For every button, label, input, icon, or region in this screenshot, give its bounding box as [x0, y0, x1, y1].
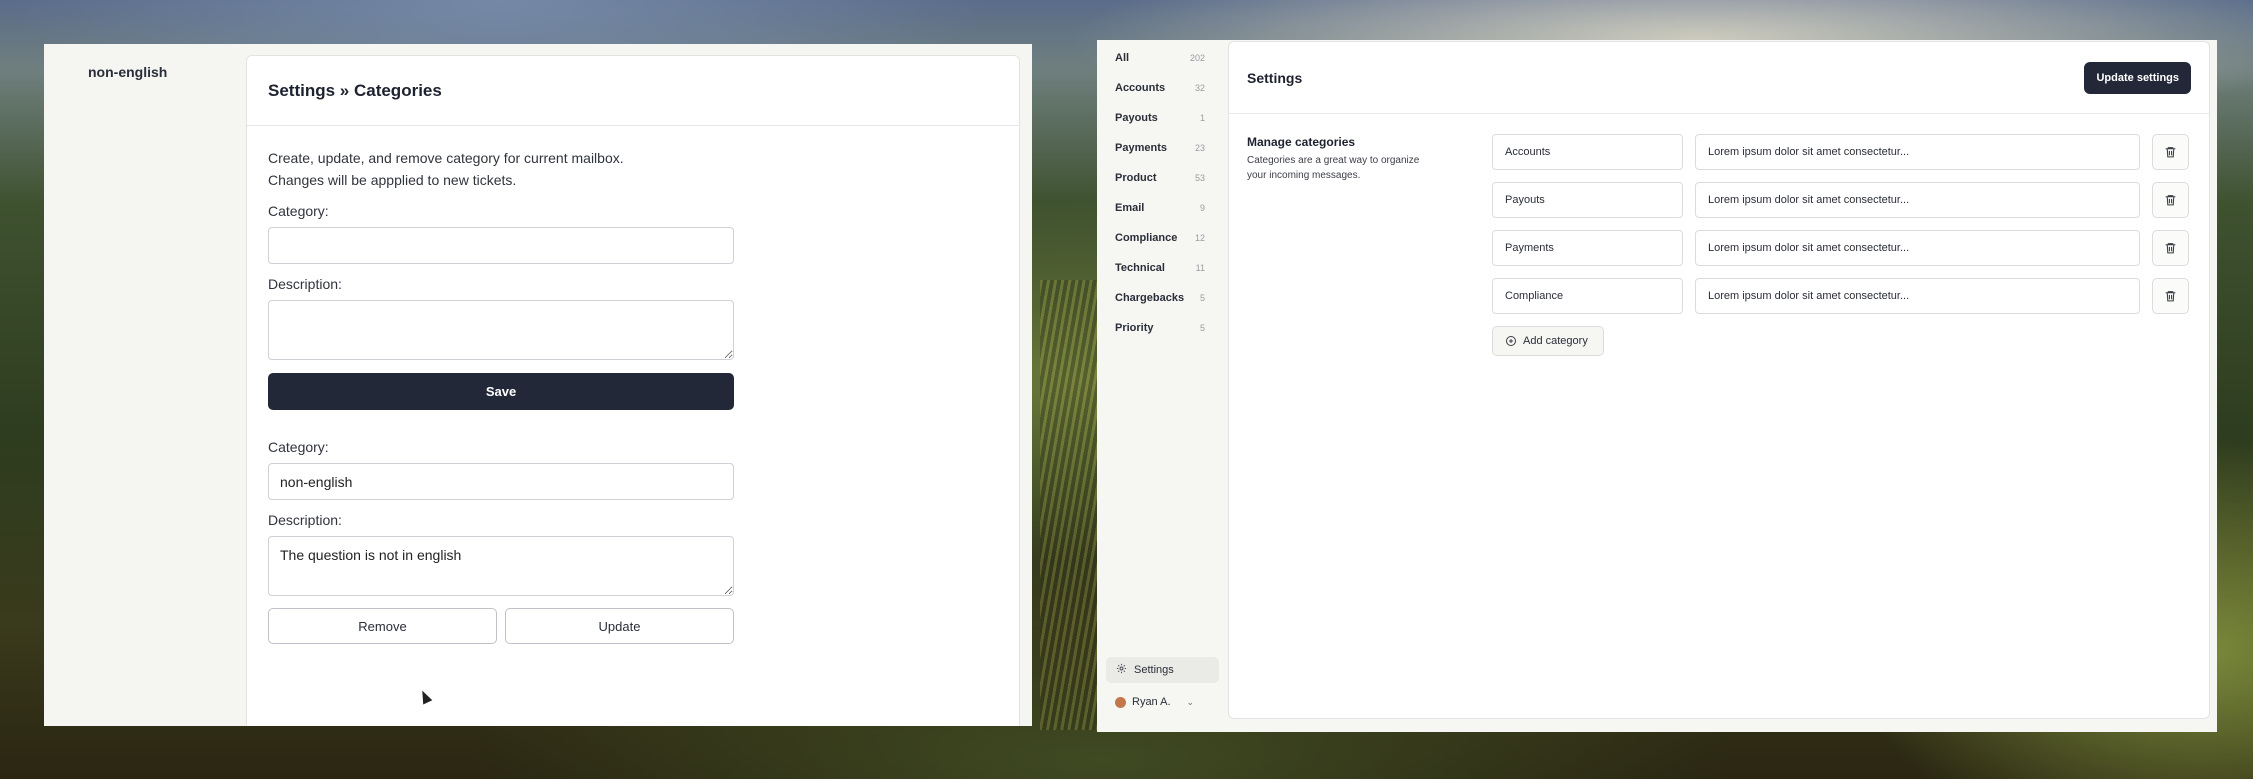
section-title: Manage categories: [1247, 135, 1356, 149]
delete-category-button[interactable]: [2152, 278, 2189, 314]
sidebar-item-label: Chargebacks: [1115, 292, 1185, 304]
sidebar-item-label: All: [1115, 52, 1130, 64]
section-description: Categories are a great way to organize y…: [1247, 155, 1420, 181]
category-list: Add category: [1492, 134, 2189, 356]
sidebar-item-count: 1: [1199, 113, 1205, 123]
sidebar-item-label: Email: [1115, 202, 1145, 214]
category-description-input[interactable]: [1695, 278, 2140, 314]
user-name: Ryan A.: [1132, 696, 1171, 708]
update-settings-button[interactable]: Update settings: [2084, 61, 2191, 94]
category-row: [1492, 230, 2189, 266]
category-name-input[interactable]: [1492, 134, 1683, 170]
page-title: Settings » Categories: [268, 80, 442, 100]
trash-icon: [2165, 195, 2176, 206]
category-name-input[interactable]: [1492, 230, 1683, 266]
new-category-input[interactable]: [268, 227, 734, 264]
edit-actions: Remove Update: [268, 608, 1019, 644]
user-menu[interactable]: Ryan A. ⌄: [1115, 689, 1215, 715]
gear-icon: [1116, 661, 1127, 679]
sidebar-item-all[interactable]: All 202: [1115, 48, 1205, 68]
edit-category-label: Category:: [268, 439, 329, 455]
update-button[interactable]: Update: [505, 608, 734, 644]
category-row: [1492, 182, 2189, 218]
sidebar-item-accounts[interactable]: Accounts 32: [1115, 78, 1205, 98]
sidebar-item-payouts[interactable]: Payouts 1: [1115, 108, 1205, 128]
sidebar-item-count: 5: [1199, 293, 1205, 303]
sidebar-item-count: 32: [1194, 83, 1205, 93]
edit-description-textarea[interactable]: The question is not in english: [268, 536, 734, 596]
sidebar-item-count: 11: [1195, 263, 1205, 273]
add-category-button[interactable]: Add category: [1492, 326, 1604, 356]
sidebar-item-email[interactable]: Email 9: [1115, 198, 1205, 218]
chevron-down-icon: ⌄: [1186, 696, 1195, 707]
sidebar-item-product[interactable]: Product 53: [1115, 168, 1205, 188]
sidebar-item-label: Product: [1115, 172, 1157, 184]
sidebar-item-label: non-english: [88, 64, 168, 80]
category-description-input[interactable]: [1695, 134, 2140, 170]
sidebar-item-label: Priority: [1115, 322, 1154, 334]
sidebar-item-count: 53: [1194, 173, 1205, 183]
right-sidebar: All 202 Accounts 32 Payouts 1 Payments 2…: [1097, 40, 1228, 732]
panel-header: Settings Update settings: [1229, 42, 2209, 114]
new-category-label: Category:: [268, 203, 329, 219]
sidebar-item-label: Compliance: [1115, 232, 1178, 244]
panel-header: Settings » Categories: [247, 56, 1019, 126]
trash-icon: [2165, 243, 2176, 254]
plus-circle-icon: [1506, 336, 1516, 346]
category-name-input[interactable]: [1492, 278, 1683, 314]
sidebar-item-priority[interactable]: Priority 5: [1115, 318, 1205, 338]
new-description-label: Description:: [268, 276, 342, 292]
settings-panel: Settings » Categories Create, update, an…: [246, 55, 1020, 726]
sidebar-item-count: 12: [1194, 233, 1205, 243]
sidebar-item-payments[interactable]: Payments 23: [1115, 138, 1205, 158]
delete-category-button[interactable]: [2152, 134, 2189, 170]
category-description-input[interactable]: [1695, 182, 2140, 218]
category-row: [1492, 278, 2189, 314]
new-description-textarea[interactable]: [268, 300, 734, 360]
sidebar-item-count: 23: [1194, 143, 1205, 153]
sidebar-item-settings[interactable]: Settings: [1106, 657, 1219, 683]
sidebar-item-count: 9: [1199, 203, 1205, 213]
trash-icon: [2165, 291, 2176, 302]
sidebar-item-count: 202: [1189, 53, 1205, 63]
intro-line-1: Create, update, and remove category for …: [268, 150, 624, 166]
settings-panel: Settings Update settings Manage categori…: [1228, 41, 2210, 719]
sidebar-item-non-english[interactable]: non-english 0: [88, 64, 258, 80]
sidebar-item-label: Settings: [1134, 664, 1174, 676]
add-category-label: Add category: [1523, 335, 1588, 347]
page-title: Settings: [1247, 69, 1303, 86]
sidebar-item-label: Payouts: [1115, 112, 1158, 124]
category-description-input[interactable]: [1695, 230, 2140, 266]
edit-category-input[interactable]: [268, 463, 734, 500]
trash-icon: [2165, 147, 2176, 158]
background-vineyard: [1040, 280, 1100, 730]
sidebar-item-label: Payments: [1115, 142, 1167, 154]
remove-button[interactable]: Remove: [268, 608, 497, 644]
edit-description-label: Description:: [268, 512, 342, 528]
sidebar-item-compliance[interactable]: Compliance 12: [1115, 228, 1205, 248]
sidebar-item-label: Accounts: [1115, 82, 1166, 94]
sidebar-item-count: 5: [1199, 323, 1205, 333]
categories-window-legacy: non-english 0 Settings » Categories Crea…: [44, 44, 1032, 726]
sidebar-item-technical[interactable]: Technical 11: [1115, 258, 1205, 278]
category-name-input[interactable]: [1492, 182, 1683, 218]
avatar: [1115, 696, 1126, 708]
sidebar-item-chargebacks[interactable]: Chargebacks 5: [1115, 288, 1205, 308]
delete-category-button[interactable]: [2152, 230, 2189, 266]
category-row: [1492, 134, 2189, 170]
save-button[interactable]: Save: [268, 373, 734, 410]
sidebar-item-label: Technical: [1115, 262, 1165, 274]
categories-window-new: All 202 Accounts 32 Payouts 1 Payments 2…: [1097, 40, 2217, 732]
panel-body: Create, update, and remove category for …: [247, 126, 1019, 644]
intro-line-2: Changes will be appplied to new tickets.: [268, 172, 517, 188]
intro-text: Create, update, and remove category for …: [268, 147, 1019, 191]
delete-category-button[interactable]: [2152, 182, 2189, 218]
left-sidebar: non-english 0: [44, 44, 258, 726]
